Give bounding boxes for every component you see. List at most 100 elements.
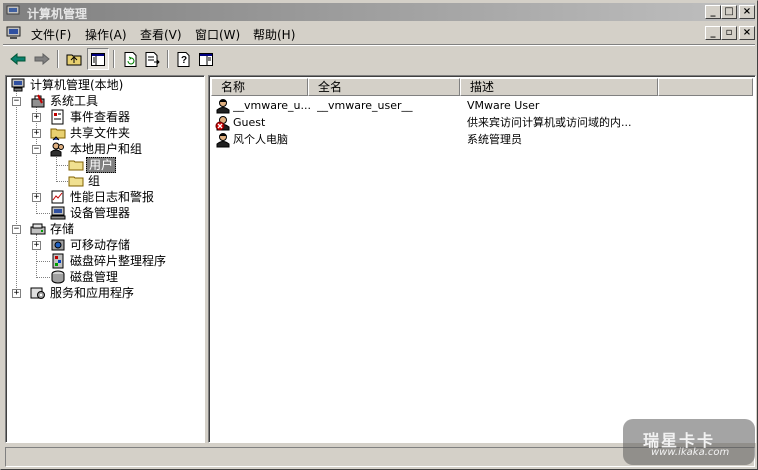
removable-storage-icon — [51, 239, 65, 251]
expand-toggle[interactable]: + — [32, 193, 41, 202]
title-bar[interactable]: 计算机管理 _ □ × — [3, 3, 755, 21]
cell-description: 系统管理员 — [467, 133, 522, 146]
details-list[interactable]: 名称 全名 描述 __vmware_u... __vmware_user__ V… — [208, 75, 756, 443]
help-icon: ? — [177, 51, 189, 67]
tree-label-selected: 用户 — [86, 157, 117, 173]
column-header-name[interactable]: 名称 — [211, 78, 308, 96]
close-button[interactable]: × — [739, 5, 755, 19]
column-header-filler — [658, 78, 753, 96]
tree-label: 事件查看器 — [70, 110, 131, 124]
performance-logs-icon — [51, 190, 64, 204]
cell-description: VMware User — [467, 99, 540, 112]
collapse-toggle[interactable]: − — [12, 97, 21, 106]
show-hide-tree-icon — [91, 52, 105, 66]
tree-label: 本地用户和组 — [70, 142, 143, 156]
cell-name: __vmware_u... — [233, 99, 311, 112]
tree-label: 性能日志和警报 — [70, 190, 155, 204]
disk-management-icon — [51, 270, 65, 284]
shared-folder-icon — [50, 128, 66, 141]
tree-label: 系统工具 — [50, 94, 99, 108]
child-restore-button[interactable]: ▫ — [721, 26, 737, 40]
tree-line — [36, 213, 50, 214]
disabled-user-icon — [215, 116, 230, 131]
tree-label: 可移动存储 — [70, 238, 131, 252]
tree-line — [56, 181, 68, 182]
defragmenter-icon — [52, 253, 64, 269]
child-close-button[interactable]: × — [739, 26, 755, 40]
refresh-button[interactable] — [119, 48, 141, 70]
watermark-url: www.ikaka.com — [651, 447, 730, 458]
child-minimize-button[interactable]: _ — [705, 26, 721, 40]
window-title: 计算机管理 — [27, 7, 88, 21]
list-row[interactable]: 风个人电脑 系统管理员 — [211, 131, 751, 148]
services-icon — [30, 287, 45, 299]
tree-label: 磁盘碎片整理程序 — [70, 254, 167, 268]
cell-name: 风个人电脑 — [233, 133, 288, 146]
tree-label: 计算机管理(本地) — [30, 78, 124, 92]
folder-icon — [68, 176, 84, 187]
toolbar: ? — [3, 46, 755, 72]
cell-description: 供来宾访问计算机或访问域的内... — [467, 116, 632, 129]
tree-label: 共享文件夹 — [70, 126, 131, 140]
menu-bar: 文件(F) 操作(A) 查看(V) 窗口(W) 帮助(H) _ ▫ × — [3, 23, 755, 43]
cell-name: Guest — [233, 116, 266, 129]
tree-label: 服务和应用程序 — [50, 286, 135, 300]
column-header-full-name[interactable]: 全名 — [308, 78, 460, 96]
tree-line — [36, 277, 50, 278]
forward-button[interactable] — [31, 48, 53, 70]
maximize-button[interactable]: □ — [721, 5, 737, 19]
expand-toggle[interactable]: + — [32, 113, 41, 122]
export-list-button[interactable] — [141, 48, 163, 70]
list-row[interactable]: Guest 供来宾访问计算机或访问域的内... — [211, 114, 751, 131]
expand-toggle[interactable]: + — [12, 289, 21, 298]
mmc-document-icon[interactable] — [6, 26, 22, 40]
folder-icon — [68, 160, 84, 171]
tree-label: 设备管理器 — [70, 206, 131, 220]
tree-label: 存储 — [50, 222, 75, 236]
help-button[interactable]: ? — [173, 48, 195, 70]
users-group-icon — [50, 142, 64, 157]
computer-icon — [11, 78, 25, 92]
watermark: 瑞星卡卡 www.ikaka.com — [623, 419, 755, 465]
user-icon — [216, 99, 230, 114]
tree-line — [16, 90, 17, 294]
minimize-button[interactable]: _ — [705, 5, 721, 19]
menu-file[interactable]: 文件(F) — [31, 26, 71, 43]
tree-line — [56, 154, 57, 182]
toolbox-icon — [31, 94, 45, 108]
export-list-icon — [145, 51, 160, 67]
expand-toggle[interactable]: + — [32, 241, 41, 250]
list-row[interactable]: __vmware_u... __vmware_user__ VMware Use… — [211, 97, 751, 114]
menu-help[interactable]: 帮助(H) — [253, 26, 295, 43]
toolbar-separator — [167, 50, 169, 68]
main-window: 计算机管理 _ □ × 文件(F) 操作(A) 查看(V) 窗口(W) 帮助(H… — [0, 0, 758, 470]
cell-full-name: __vmware_user__ — [317, 99, 413, 112]
back-button[interactable] — [7, 48, 29, 70]
tree-line — [36, 261, 50, 262]
menu-action[interactable]: 操作(A) — [85, 26, 127, 43]
console-tree[interactable]: 计算机管理(本地) − 系统工具 + 事件查看器 + 共享文件夹 − 本地用户和… — [5, 75, 205, 443]
back-arrow-icon — [10, 53, 26, 65]
menu-window[interactable]: 窗口(W) — [195, 26, 240, 43]
collapse-toggle[interactable]: − — [12, 225, 21, 234]
up-folder-icon — [66, 54, 82, 66]
collapse-toggle[interactable]: − — [32, 145, 41, 154]
tree-label: 磁盘管理 — [70, 270, 119, 284]
refresh-icon — [124, 51, 136, 67]
up-one-level-button[interactable] — [63, 48, 85, 70]
expand-toggle[interactable]: + — [32, 129, 41, 138]
forward-arrow-icon — [34, 53, 50, 65]
device-manager-icon — [50, 206, 66, 220]
show-hide-action-pane-button[interactable] — [195, 48, 217, 70]
storage-icon — [30, 223, 46, 235]
column-header-description[interactable]: 描述 — [460, 78, 658, 96]
toolbar-separator — [57, 50, 59, 68]
event-viewer-icon — [51, 109, 64, 125]
show-hide-tree-button[interactable] — [87, 48, 109, 70]
tree-label: 组 — [88, 174, 101, 188]
toolbar-separator — [113, 50, 115, 68]
user-icon — [216, 133, 230, 148]
mmc-icon — [199, 52, 213, 66]
menu-view[interactable]: 查看(V) — [140, 26, 182, 43]
computer-management-icon — [6, 5, 20, 17]
